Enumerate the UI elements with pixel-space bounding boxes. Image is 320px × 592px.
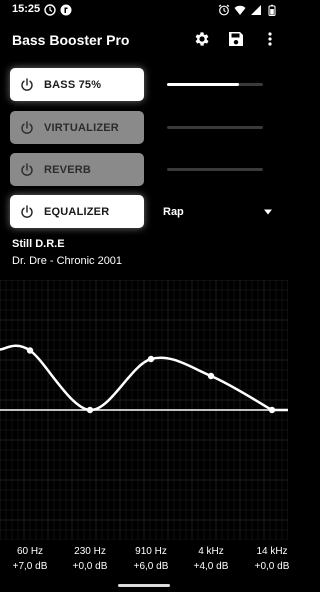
eq-band-handle[interactable]	[268, 406, 276, 414]
eq-band-gain: +0,0 dB	[254, 561, 290, 572]
power-icon	[21, 162, 33, 176]
reverb-label: REVERB	[44, 163, 92, 176]
track-artist: Dr. Dre - Chronic 2001	[12, 255, 123, 267]
bass-slider[interactable]	[167, 83, 263, 86]
virtualizer-slider[interactable]	[167, 126, 263, 129]
status-bar: 15:25	[0, 0, 288, 20]
wifi-icon	[234, 5, 246, 15]
signal-icon	[251, 5, 261, 15]
reverb-row: REVERB	[10, 153, 280, 187]
eq-band-gain: +6,0 dB	[133, 561, 169, 572]
equalizer-row: EQUALIZER Rap	[10, 195, 280, 229]
power-icon	[21, 120, 33, 134]
equalizer-label: EQUALIZER	[44, 205, 110, 218]
alarm-icon	[218, 4, 230, 16]
bass-row: BASS 75%	[10, 68, 280, 102]
eq-band-label[interactable]: 4 kHz +4,0 dB	[181, 544, 241, 574]
track-title: Still D.R.E	[12, 238, 65, 250]
settings-button[interactable]	[192, 29, 212, 49]
eq-band-labels: 60 Hz +7,0 dB 230 Hz +0,0 dB 910 Hz +6,0 dB 4 …	[0, 544, 290, 578]
eq-band-label[interactable]: 14 kHz +0,0 dB	[242, 544, 302, 574]
eq-band-label[interactable]: 910 Hz +6,0 dB	[121, 544, 181, 574]
equalizer-toggle-button[interactable]: EQUALIZER	[10, 195, 144, 228]
preset-value: Rap	[163, 205, 184, 218]
eq-band-handle[interactable]	[26, 347, 34, 354]
eq-band-frequency: 14 kHz	[256, 546, 288, 557]
eq-band-frequency: 230 Hz	[74, 546, 106, 557]
preset-dropdown[interactable]: Rap	[163, 195, 273, 228]
eq-band-frequency: 4 kHz	[198, 546, 224, 557]
eq-band-label[interactable]: 230 Hz +0,0 dB	[60, 544, 120, 574]
virtualizer-row: VIRTUALIZER	[10, 111, 280, 145]
app-bar: Bass Booster Pro	[0, 20, 288, 60]
reverb-toggle-button[interactable]: REVERB	[10, 153, 144, 186]
eq-band-gain: +4,0 dB	[193, 561, 229, 572]
virtualizer-label: VIRTUALIZER	[44, 121, 119, 134]
eq-band-gain: +0,0 dB	[72, 561, 108, 572]
status-time: 15:25	[12, 3, 41, 15]
eq-band-label[interactable]: 60 Hz +7,0 dB	[0, 544, 60, 574]
power-icon	[21, 77, 33, 91]
eq-band-gain: +7,0 dB	[12, 561, 48, 572]
power-icon	[21, 204, 33, 218]
overflow-menu-button[interactable]	[260, 29, 280, 49]
save-icon	[229, 32, 243, 46]
dropdown-arrow-icon	[264, 209, 272, 215]
battery-icon	[268, 4, 276, 16]
settings-gear-icon	[195, 32, 209, 46]
bass-toggle-button[interactable]: BASS 75%	[10, 68, 144, 101]
virtualizer-toggle-button[interactable]: VIRTUALIZER	[10, 111, 144, 144]
save-button[interactable]	[226, 29, 246, 49]
overflow-menu-icon	[268, 32, 272, 46]
clock-icon	[60, 4, 72, 16]
home-indicator[interactable]	[118, 584, 170, 587]
reverb-slider[interactable]	[167, 168, 263, 171]
eq-band-frequency: 910 Hz	[135, 546, 167, 557]
eq-band-handle[interactable]	[207, 372, 215, 380]
equalizer-graph[interactable]	[0, 280, 288, 540]
eq-band-frequency: 60 Hz	[16, 546, 44, 557]
bass-slider-fill	[167, 83, 239, 86]
eq-band-handle[interactable]	[86, 406, 94, 414]
eq-band-handle[interactable]	[147, 355, 155, 363]
app-title: Bass Booster Pro	[12, 32, 130, 48]
bass-label: BASS 75%	[44, 78, 102, 91]
notification-icon	[44, 4, 56, 16]
